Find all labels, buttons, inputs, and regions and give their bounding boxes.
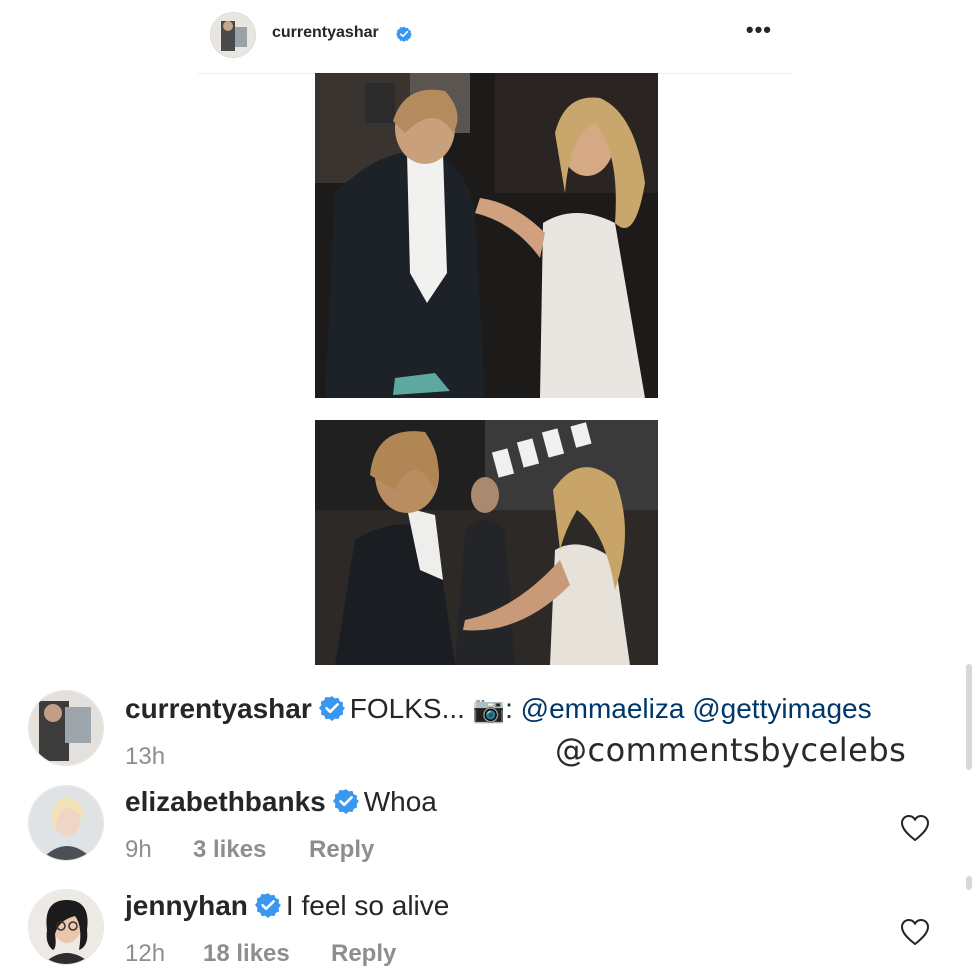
heart-icon[interactable] (900, 918, 930, 946)
more-options-icon[interactable]: ••• (746, 19, 772, 41)
comment-item: elizabethbanks Whoa 9h 3 likes Reply (0, 782, 980, 878)
reply-button[interactable]: Reply (331, 940, 396, 968)
comment-line: jennyhan I feel so alive (125, 890, 449, 922)
credit-separator: : (505, 693, 521, 724)
scrollbar[interactable] (966, 664, 972, 770)
comment-time: 12h (125, 940, 166, 967)
verified-badge-icon (332, 789, 359, 814)
post-photo-2 (315, 420, 658, 665)
post-header: currentyashar ••• (198, 0, 792, 74)
heart-icon[interactable] (900, 814, 930, 842)
comment-line: elizabethbanks Whoa (125, 786, 437, 818)
camera-icon: 📷 (472, 694, 506, 724)
author-username[interactable]: currentyashar (272, 24, 379, 42)
post-photo-1 (315, 73, 658, 398)
comment-text: I feel so alive (285, 890, 450, 921)
comment-text: Whoa (363, 786, 437, 817)
verified-badge-icon (396, 26, 412, 42)
reply-button[interactable]: Reply (309, 836, 374, 864)
comment-username[interactable]: currentyashar (125, 693, 312, 724)
verified-badge-icon (318, 696, 345, 721)
watermark: @commentsbycelebs (555, 731, 907, 769)
comment-likes[interactable]: 3 likes (193, 836, 309, 864)
comment-time: 13h (125, 743, 166, 770)
comment-text: FOLKS... (349, 693, 473, 724)
comment-meta: 12h 18 likes Reply (125, 940, 396, 968)
comment-likes[interactable]: 18 likes (203, 940, 331, 968)
scrollbar-thumb[interactable] (966, 876, 972, 890)
author-avatar[interactable] (210, 12, 256, 58)
comment-item: jennyhan I feel so alive 12h 18 likes Reply (0, 886, 980, 980)
verified-badge-icon (254, 893, 281, 918)
comment-username[interactable]: jennyhan (125, 890, 248, 921)
commenter-avatar[interactable] (28, 690, 104, 766)
photo-credit-mentions[interactable]: @emmaeliza @gettyimages (521, 693, 872, 724)
caption-line: currentyashar FOLKS... 📷: @emmaeliza @get… (125, 693, 872, 725)
commenter-avatar[interactable] (28, 785, 104, 861)
comment-time: 9h (125, 836, 152, 863)
comment-meta: 9h 3 likes Reply (125, 836, 374, 864)
comment-meta: 13h (125, 743, 165, 771)
comment-username[interactable]: elizabethbanks (125, 786, 326, 817)
commenter-avatar[interactable] (28, 889, 104, 965)
